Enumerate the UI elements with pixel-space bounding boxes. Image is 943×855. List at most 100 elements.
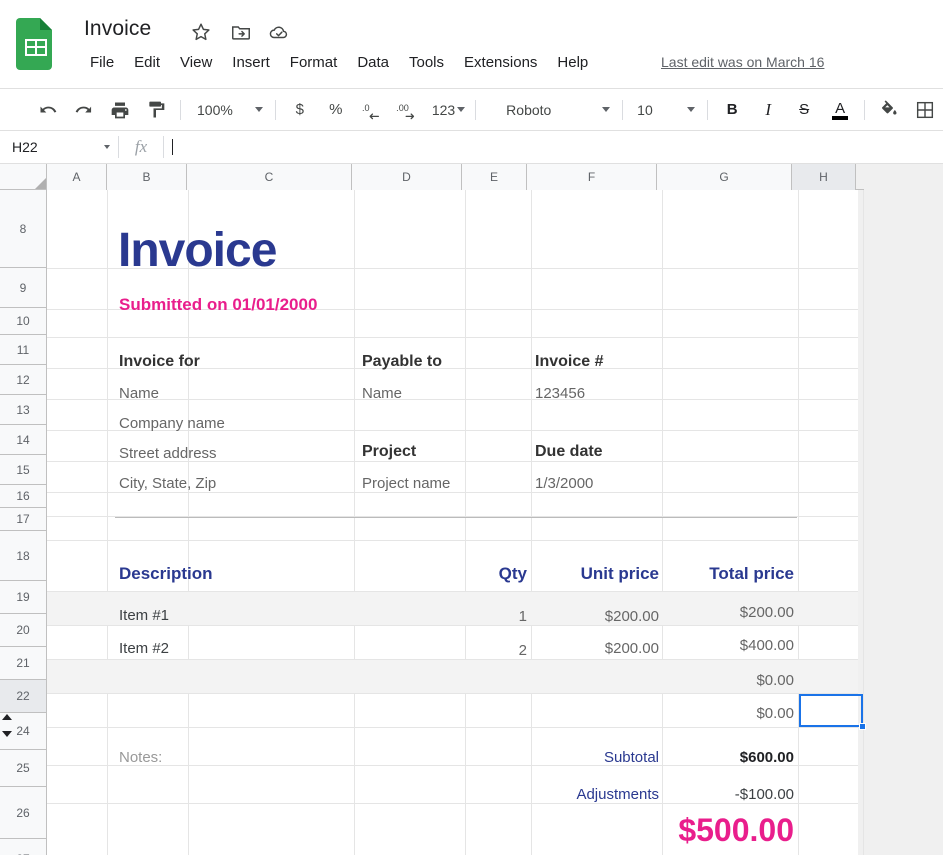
column-header-C[interactable]: C: [187, 164, 352, 190]
row-header-13[interactable]: 13: [0, 395, 47, 425]
table-header-qty: Qty: [447, 564, 527, 584]
row-header-8[interactable]: 8: [0, 190, 47, 268]
formula-input[interactable]: [164, 131, 943, 163]
table-row-1-unit-price: $200.00: [527, 608, 659, 625]
percent-format-button[interactable]: %: [321, 95, 351, 125]
chevron-down-icon: [602, 107, 610, 112]
chevron-down-icon: [104, 145, 110, 149]
menu-format[interactable]: Format: [280, 52, 348, 73]
borders-icon[interactable]: [910, 95, 940, 125]
invoice-number-heading: Invoice #: [535, 353, 603, 371]
hidden-row-expand-down-icon[interactable]: [2, 731, 12, 737]
row-header-27[interactable]: 27: [0, 839, 47, 855]
menu-edit[interactable]: Edit: [124, 52, 170, 73]
toolbar-divider: [475, 100, 476, 120]
strikethrough-button[interactable]: S: [789, 95, 819, 125]
text-color-button[interactable]: A: [825, 95, 855, 125]
row-header-16[interactable]: 16: [0, 485, 47, 508]
font-size-value: 10: [637, 102, 653, 118]
row-header-label: 21: [16, 656, 29, 670]
table-row-2-description: Item #2: [119, 640, 169, 657]
google-sheets-logo: [16, 18, 56, 70]
select-all-corner[interactable]: [0, 164, 47, 190]
row-header-label: 26: [16, 806, 29, 820]
currency-format-button[interactable]: $: [285, 95, 315, 125]
font-size-select[interactable]: 10: [629, 96, 701, 124]
hidden-row-expand-up-icon[interactable]: [2, 714, 12, 720]
payable-to-heading: Payable to: [362, 353, 442, 371]
row-header-10[interactable]: 10: [0, 308, 47, 335]
column-header-H[interactable]: H: [792, 164, 856, 190]
menu-extensions[interactable]: Extensions: [454, 52, 547, 73]
fill-color-icon[interactable]: [874, 95, 904, 125]
row-header-18[interactable]: 18: [0, 531, 47, 581]
column-header-label: E: [490, 170, 498, 184]
name-box[interactable]: H22: [0, 131, 118, 163]
table-header-description: Description: [119, 564, 213, 584]
increase-decimal-button[interactable]: .00: [393, 95, 423, 125]
invoice-for-city-state-zip: City, State, Zip: [119, 475, 216, 492]
toolbar-divider: [707, 100, 708, 120]
row-header-label: 18: [16, 549, 29, 563]
subtotal-label: Subtotal: [507, 749, 659, 766]
zoom-select[interactable]: 100%: [187, 96, 269, 124]
table-row-4-total-price: $0.00: [659, 705, 794, 722]
column-header-D[interactable]: D: [352, 164, 462, 190]
italic-button[interactable]: I: [753, 95, 783, 125]
row-header-label: 27: [16, 852, 29, 855]
number-format-select[interactable]: 123: [426, 96, 469, 124]
row-header-14[interactable]: 14: [0, 425, 47, 455]
due-date-value: 1/3/2000: [535, 475, 593, 492]
toolbar-divider: [275, 100, 276, 120]
star-icon[interactable]: [190, 21, 212, 43]
column-header-A[interactable]: A: [47, 164, 107, 190]
row-header-label: 24: [16, 724, 29, 738]
last-edit-status[interactable]: Last edit was on March 16: [661, 54, 824, 70]
column-header-E[interactable]: E: [462, 164, 527, 190]
print-icon[interactable]: [105, 95, 135, 125]
undo-icon[interactable]: [33, 95, 63, 125]
row-header-15[interactable]: 15: [0, 455, 47, 485]
menu-view[interactable]: View: [170, 52, 222, 73]
font-family-value: Roboto: [506, 102, 551, 118]
menu-data[interactable]: Data: [347, 52, 399, 73]
row-header-17[interactable]: 17: [0, 508, 47, 531]
row-header-label: 20: [16, 623, 29, 637]
column-header-B[interactable]: B: [107, 164, 187, 190]
bold-button[interactable]: B: [717, 95, 747, 125]
cloud-saved-icon[interactable]: [268, 21, 290, 43]
row-header-20[interactable]: 20: [0, 614, 47, 647]
sheet-canvas[interactable]: Invoice Submitted on 01/01/2000 Invoice …: [47, 190, 858, 855]
invoice-number-value: 123456: [535, 385, 585, 402]
document-title[interactable]: Invoice: [84, 17, 151, 41]
paint-format-icon[interactable]: [141, 95, 171, 125]
row-header-label: 22: [16, 689, 29, 703]
column-header-F[interactable]: F: [527, 164, 657, 190]
row-header-19[interactable]: 19: [0, 581, 47, 614]
menu-file[interactable]: File: [84, 52, 124, 73]
row-header-11[interactable]: 11: [0, 335, 47, 365]
column-header-label: D: [402, 170, 411, 184]
table-row-1-qty: 1: [447, 608, 527, 625]
column-header-label: H: [819, 170, 828, 184]
menu-tools[interactable]: Tools: [399, 52, 454, 73]
row-header-12[interactable]: 12: [0, 365, 47, 395]
row-header-9[interactable]: 9: [0, 268, 47, 308]
redo-icon[interactable]: [69, 95, 99, 125]
font-family-select[interactable]: Roboto: [498, 96, 616, 124]
fill-handle[interactable]: [859, 723, 866, 730]
adjustments-label: Adjustments: [507, 786, 659, 803]
column-header-G[interactable]: G: [657, 164, 792, 190]
invoice-content: Invoice Submitted on 01/01/2000 Invoice …: [47, 190, 858, 855]
row-header-22[interactable]: 22: [0, 680, 47, 713]
gridline-vertical: [863, 190, 864, 855]
move-to-folder-icon[interactable]: [230, 21, 252, 43]
decrease-decimal-button[interactable]: .0: [357, 95, 387, 125]
text-cursor: [172, 139, 173, 155]
row-header-21[interactable]: 21: [0, 647, 47, 680]
row-header-25[interactable]: 25: [0, 750, 47, 787]
row-header-26[interactable]: 26: [0, 787, 47, 839]
menu-insert[interactable]: Insert: [222, 52, 280, 73]
chevron-down-icon: [687, 107, 695, 112]
menu-help[interactable]: Help: [547, 52, 598, 73]
